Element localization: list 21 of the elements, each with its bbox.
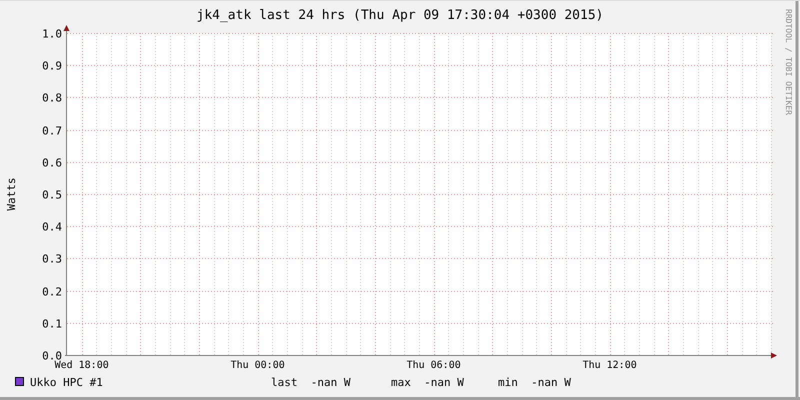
- legend-label: Ukko HPC #1: [30, 376, 103, 389]
- y-tick-label: 0.8: [42, 92, 62, 104]
- y-tick-label: 1.0: [42, 28, 62, 40]
- y-tick-label: 0.7: [42, 124, 62, 138]
- y-axis-label: Watts: [5, 177, 18, 211]
- legend-stat: last -nan W: [271, 376, 350, 389]
- x-tick-label: Thu 00:00: [230, 360, 285, 371]
- y-tick-label: 0.1: [42, 318, 62, 330]
- y-tick-label: 0.2: [42, 286, 62, 298]
- credit-text: RRDTOOL / TOBI OETIKER: [784, 9, 793, 115]
- y-tick-label: 0.5: [42, 188, 62, 202]
- y-tick-label: 0.6: [42, 156, 62, 170]
- x-tick-label: Wed 18:00: [54, 360, 109, 371]
- legend-stat: min -nan W: [498, 376, 571, 389]
- legend-stat: max -nan W: [391, 376, 464, 389]
- x-tick-label: Thu 06:00: [406, 360, 461, 371]
- y-tick-label: 0.9: [42, 60, 62, 72]
- y-tick-label: 0.4: [42, 220, 62, 234]
- y-tick-label: 0.3: [42, 252, 62, 266]
- x-tick-label: Thu 12:00: [582, 360, 637, 371]
- chart-title: jk4_atk last 24 hrs (Thu Apr 09 17:30:04 +0300 2015): [196, 8, 604, 23]
